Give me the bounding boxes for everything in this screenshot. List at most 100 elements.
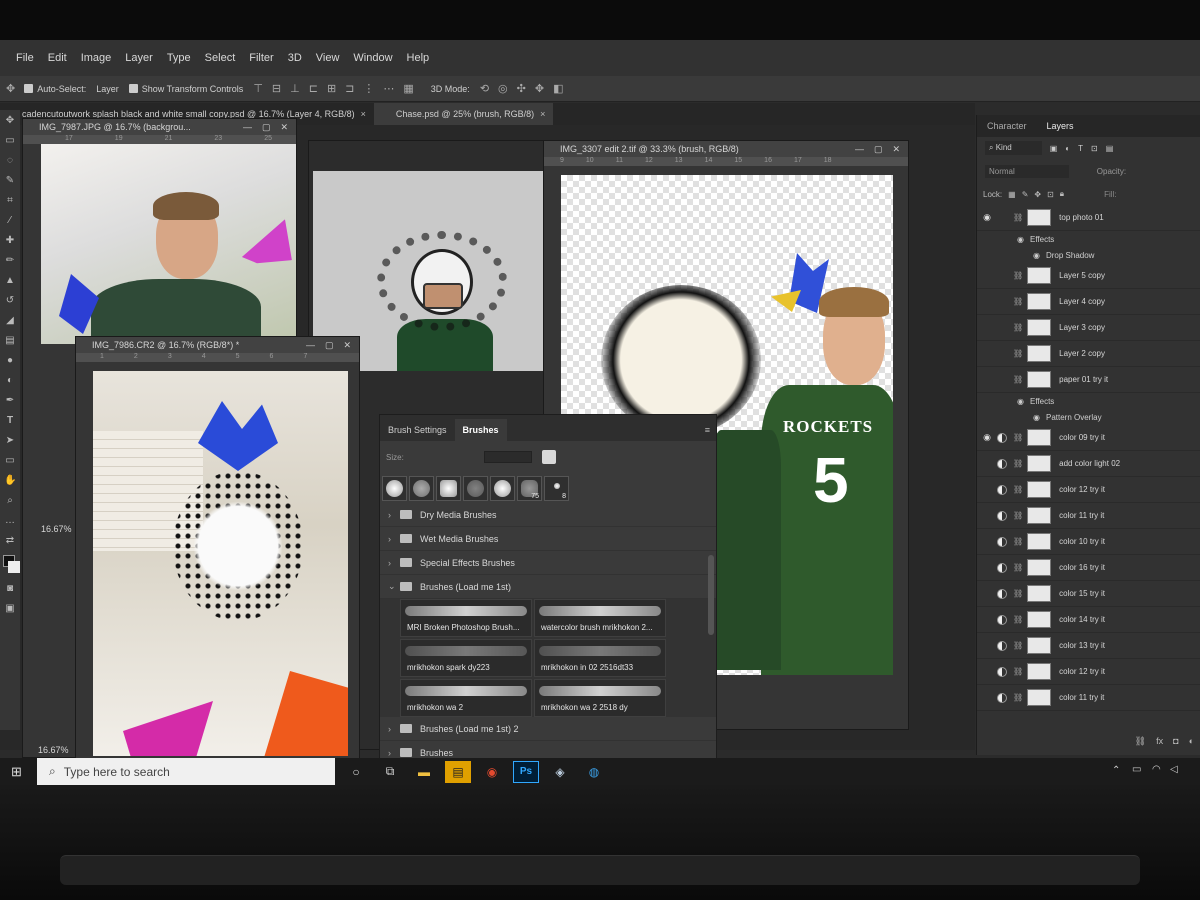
brush-preset[interactable] [409,475,434,501]
hand-tool-icon[interactable]: ✋ [4,475,16,487]
align-top-icon[interactable]: ⊤ [253,82,263,95]
link-chain-icon[interactable]: ⛓︎ [1013,459,1023,468]
blend-mode-dropdown[interactable]: Normal [985,164,1069,178]
chrome-icon[interactable]: ◉ [479,761,505,783]
link-chain-icon[interactable]: ⛓︎ [1013,563,1023,572]
layer-row[interactable]: ⛓︎ color 12 try it [977,659,1200,685]
tab-brush-settings[interactable]: Brush Settings [380,419,455,441]
scrollbar[interactable] [708,555,714,635]
lasso-tool-icon[interactable]: ◌ [4,155,16,167]
brush-item[interactable]: MRI Broken Photoshop Brush... [400,599,532,637]
close-icon[interactable]: × [540,109,545,119]
sticky-notes-icon[interactable]: ▤ [445,760,471,783]
layer-effect-item[interactable]: ◉ Pattern Overlay [977,409,1200,425]
eyedropper-tool-icon[interactable]: ⁄ [4,215,16,227]
panel-menu-icon[interactable]: ≡ [705,425,716,441]
eye-icon[interactable]: ◉ [1017,235,1024,244]
brush-folder[interactable]: › Dry Media Brushes [380,503,716,527]
filter-adjustment-icon[interactable]: ◐ [1065,144,1070,153]
menu-help[interactable]: Help [407,52,430,64]
maximize-icon[interactable]: ▢ [325,340,334,351]
brush-folder[interactable]: › Special Effects Brushes [380,551,716,575]
brush-preset[interactable] [490,475,515,501]
close-icon[interactable]: × [361,109,366,119]
layer-effects-group[interactable]: ◉ Effects [977,231,1200,247]
layer-row[interactable]: ⛓︎ Layer 2 copy [977,341,1200,367]
link-chain-icon[interactable]: ⛓︎ [1013,667,1023,676]
brush-tool-icon[interactable]: ✏ [4,255,16,267]
maximize-icon[interactable]: ▢ [874,144,883,155]
file-explorer-icon[interactable]: ▬ [411,761,437,783]
3d-roll-icon[interactable]: ◎ [498,82,508,95]
layer-row[interactable]: ◉ ⛓︎ top photo 01 [977,205,1200,231]
shape-tool-icon[interactable]: ▭ [4,455,16,467]
visibility-eye-icon[interactable]: ◉ [977,212,997,223]
edge-icon[interactable]: ◍ [581,761,607,783]
adjustment-icon[interactable]: ◐ [1189,736,1194,747]
screen-mode-icon[interactable]: ▣ [4,603,16,615]
image-canvas-boy[interactable] [41,144,296,344]
layer-row[interactable]: ⛓︎ Layer 3 copy [977,315,1200,341]
link-chain-icon[interactable]: ⛓︎ [1013,297,1023,306]
link-chain-icon[interactable]: ⛓︎ [1013,375,1023,384]
minimize-icon[interactable]: — [243,122,252,133]
tab-character[interactable]: Character [977,121,1037,131]
link-chain-icon[interactable]: ⛓︎ [1013,537,1023,546]
3d-pan-icon[interactable]: ✣ [517,82,526,95]
filter-image-icon[interactable]: ▣ [1050,144,1058,153]
brush-folder[interactable]: › Brushes (Load me 1st) 2 [380,717,716,741]
eraser-tool-icon[interactable]: ◢ [4,315,16,327]
link-chain-icon[interactable]: ⛓︎ [1013,641,1023,650]
menu-select[interactable]: Select [205,52,236,64]
pen-tool-icon[interactable]: ✒ [4,395,16,407]
task-view-icon[interactable]: ⧉ [377,761,403,783]
close-icon[interactable]: ✕ [343,340,351,351]
link-chain-icon[interactable]: ⛓︎ [1013,615,1023,624]
close-icon[interactable]: ✕ [892,144,900,155]
new-brush-icon[interactable] [541,450,556,464]
arrange-icon[interactable]: ▦ [403,82,413,95]
filter-kind-dropdown[interactable]: ⌕ Kind [985,141,1042,155]
link-layers-icon[interactable]: ⛓︎ [1135,736,1146,747]
tab-brushes[interactable]: Brushes [454,419,507,441]
layer-row[interactable]: ⛓︎ color 11 try it [977,685,1200,711]
menu-view[interactable]: View [316,52,340,64]
link-chain-icon[interactable]: ⛓︎ [1013,693,1023,702]
lock-position-icon[interactable]: ✥ [1034,190,1041,199]
lock-all-icon[interactable]: 🔒︎ [1060,189,1064,199]
menu-layer[interactable]: Layer [125,52,153,64]
align-middle-icon[interactable]: ⊟ [272,82,281,95]
close-icon[interactable]: ✕ [280,122,288,133]
brush-item[interactable]: mrikhokon wa 2 2518 dy [534,679,666,717]
eye-icon[interactable]: ◉ [1033,251,1040,260]
distribute-horizontal-icon[interactable]: ⋯ [383,82,394,95]
menu-image[interactable]: Image [81,52,112,64]
mask-icon[interactable]: ◘ [1173,736,1178,747]
visibility-eye-icon[interactable]: ◉ [977,432,997,443]
windows-start-icon[interactable]: ⊞ [11,764,22,780]
link-chain-icon[interactable]: ⛓︎ [1013,511,1023,520]
menu-edit[interactable]: Edit [48,52,67,64]
history-brush-icon[interactable]: ↺ [4,295,16,307]
dodge-tool-icon[interactable]: ◐ [4,375,16,387]
quick-mask-icon[interactable]: ◙ [4,583,16,595]
brush-folder-open[interactable]: ⌄ Brushes (Load me 1st) [380,575,716,599]
more-tools-icon[interactable]: … [4,515,16,527]
stamp-tool-icon[interactable]: ▲ [4,275,16,287]
wifi-icon[interactable]: ◠ [1152,764,1161,775]
link-chain-icon[interactable]: ⛓︎ [1013,349,1023,358]
brush-preset[interactable]: 8 [544,475,569,501]
brush-preset[interactable] [382,475,407,501]
background-color[interactable] [8,561,20,573]
filter-shape-icon[interactable]: ⊡ [1091,144,1098,153]
align-right-icon[interactable]: ⊐ [345,82,354,95]
maximize-icon[interactable]: ▢ [262,122,271,133]
menu-filter[interactable]: Filter [249,52,273,64]
marquee-tool-icon[interactable]: ▭ [4,135,16,147]
brush-item[interactable]: mrikhokon in 02 2516dt33 [534,639,666,677]
zoom-tool-icon[interactable]: ⌕ [4,495,16,507]
document-window-img7986[interactable]: IMG_7986.CR2 @ 16.7% (RGB/8*) * — ▢ ✕ 1234… [38,336,360,766]
healing-tool-icon[interactable]: ✚ [4,235,16,247]
filter-type-icon[interactable]: T [1078,144,1083,153]
zoom-level[interactable]: 16.67% [38,745,69,755]
